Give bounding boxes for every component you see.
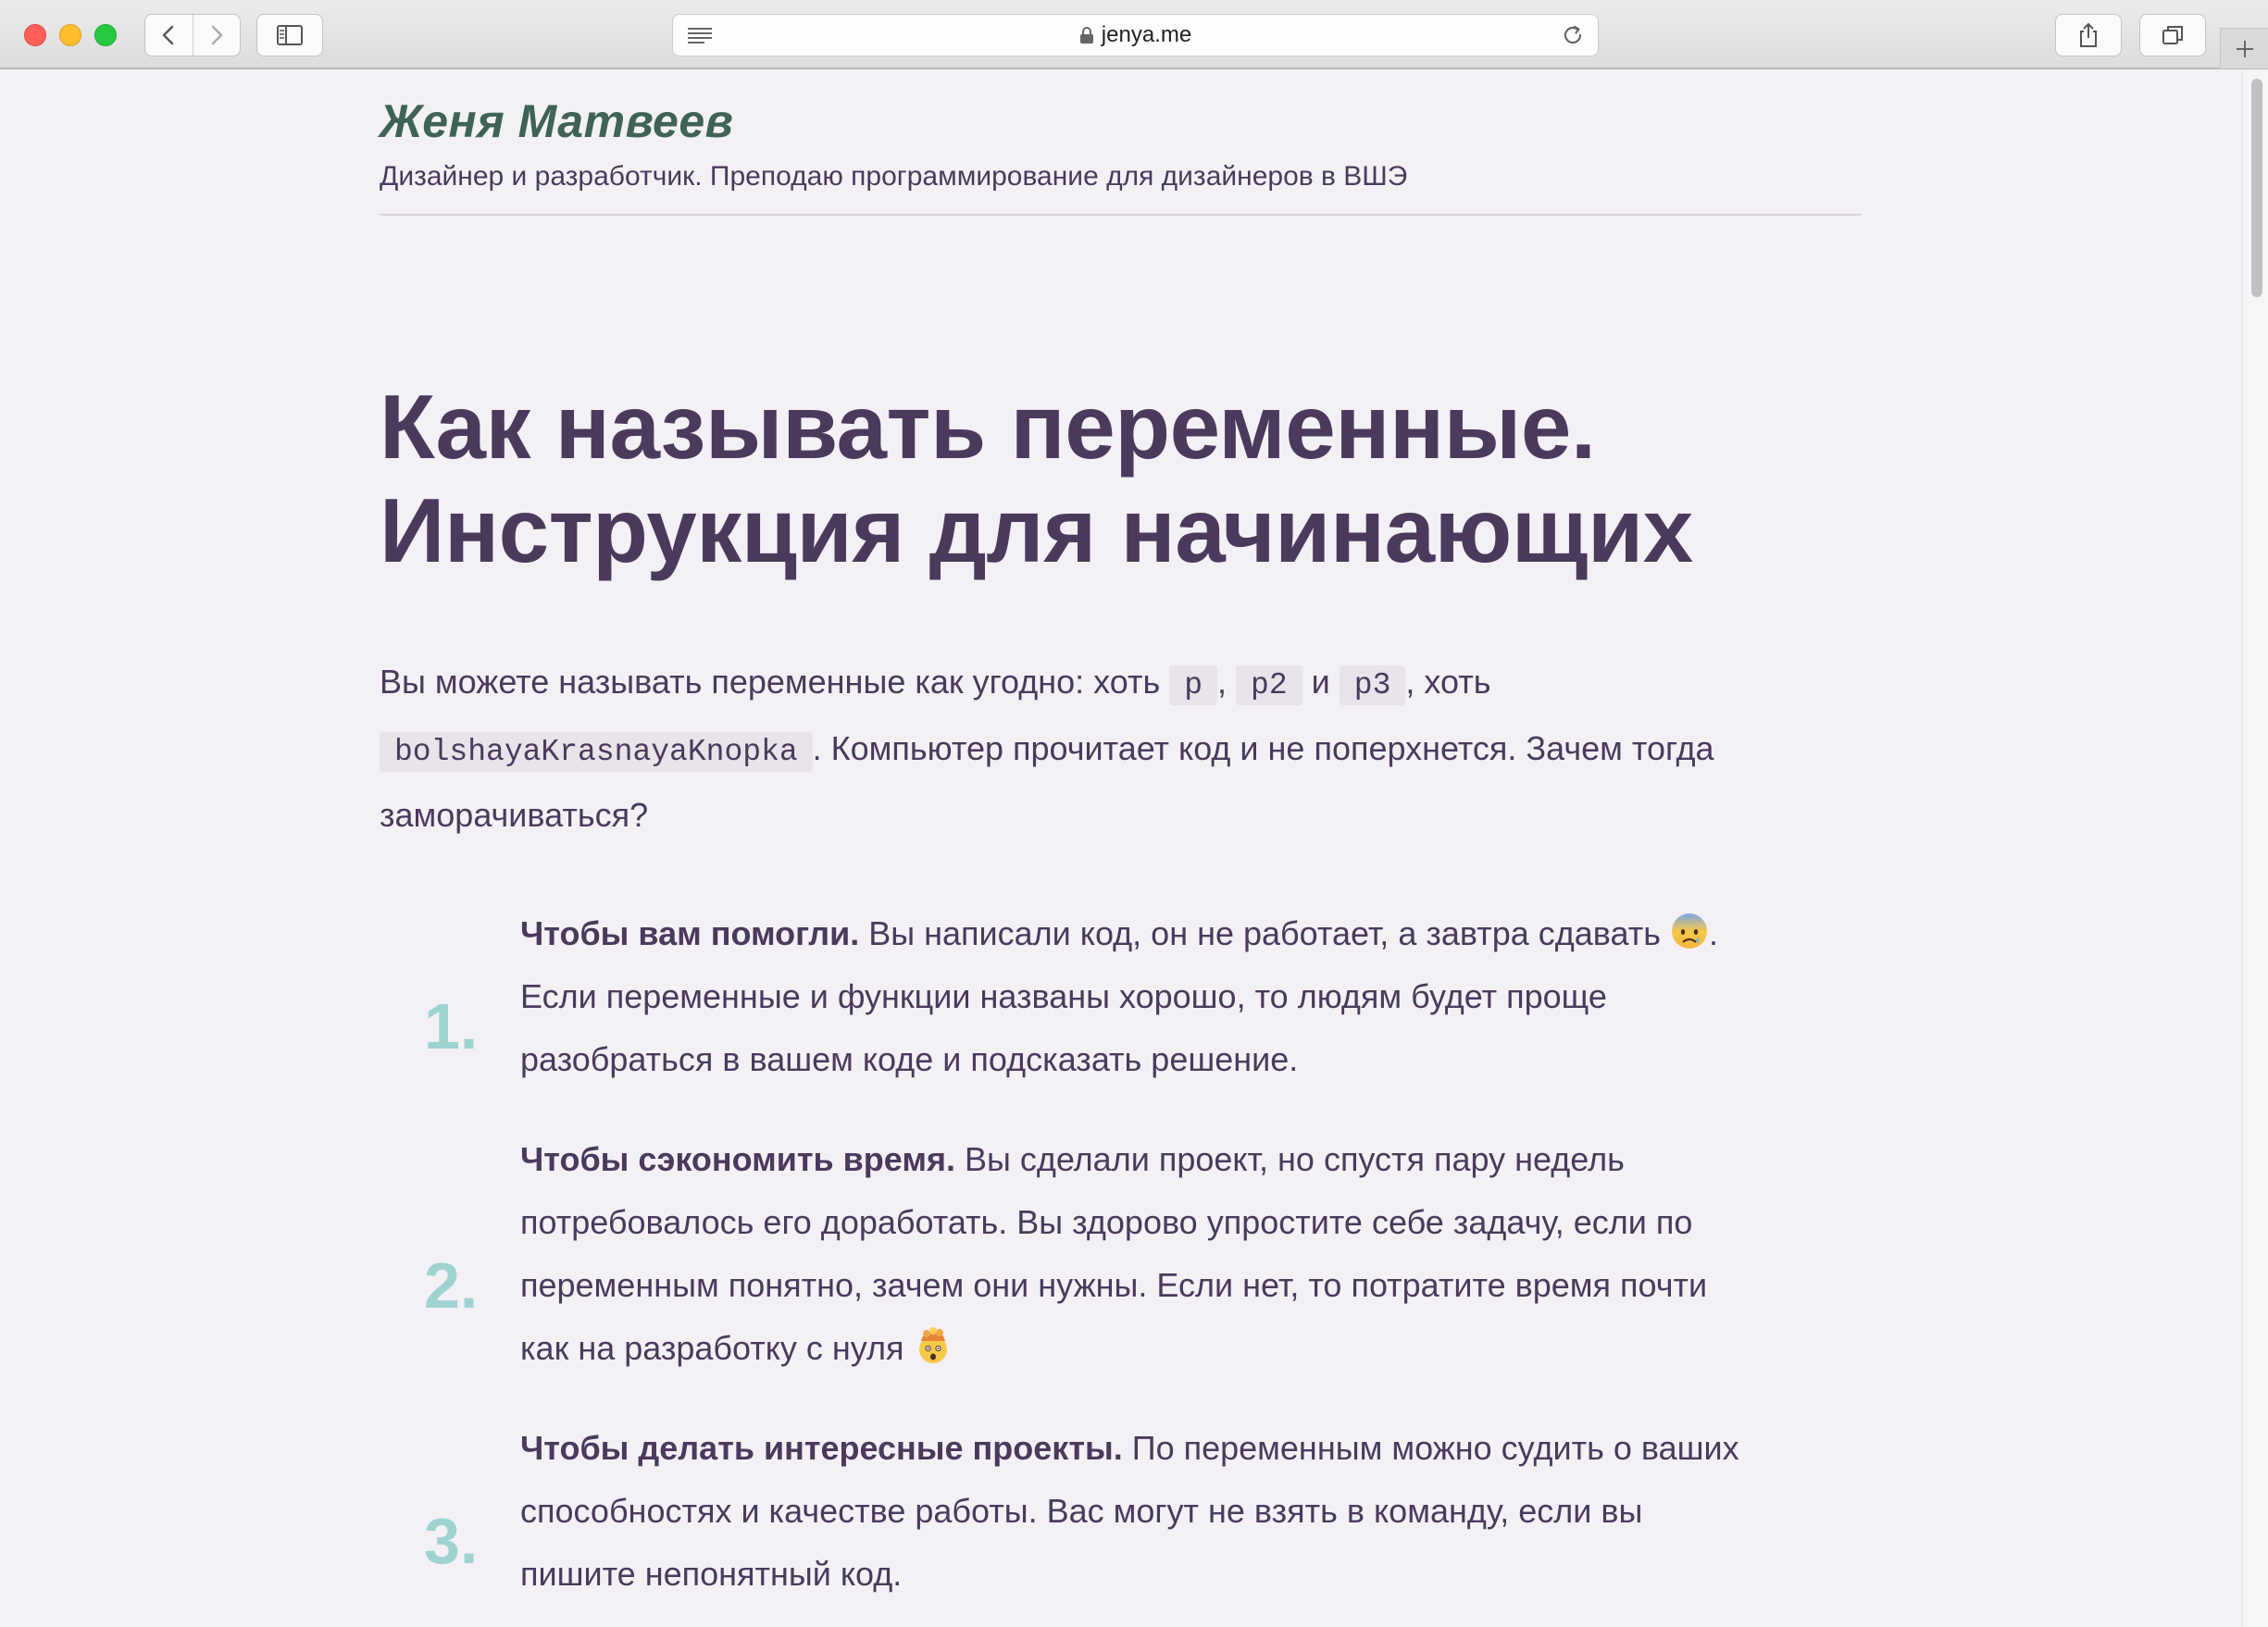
- code-p3: p3: [1339, 665, 1406, 705]
- code-bolshaya-krasnaya-knopka: bolshayaKrasnayaKnopka: [380, 732, 813, 772]
- intro-text: Вы можете называть переменные как угодно…: [380, 663, 1170, 701]
- exploding-head-icon: [918, 1327, 947, 1363]
- list-item-lead: Чтобы делать интересные проекты.: [520, 1429, 1123, 1467]
- address-bar[interactable]: jenya.me: [672, 14, 1599, 56]
- list-item-text: Чтобы вам помогли. Вы написали код, он н…: [520, 902, 1761, 1091]
- intro-text: ,: [1217, 663, 1237, 701]
- article-title: Как называть переменные. Инструкция для …: [380, 375, 1953, 582]
- tabs-overview-button[interactable]: [2139, 14, 2206, 56]
- article-title-line-2: Инструкция для начинающих: [380, 479, 1693, 581]
- tabs-icon: [2162, 26, 2183, 44]
- plus-icon: [2236, 40, 2253, 57]
- list-number: 1.: [424, 990, 479, 1062]
- list-number: 3.: [424, 1505, 479, 1577]
- code-p: p: [1169, 665, 1218, 705]
- intro-paragraph: Вы можете называть переменные как угодно…: [380, 651, 1861, 847]
- url-display[interactable]: jenya.me: [673, 15, 1598, 56]
- list-item-text: Чтобы сэкономить время. Вы сделали проек…: [520, 1128, 1733, 1380]
- header-divider: [380, 214, 1861, 216]
- list-item-body: Вы написали код, он не работает, а завтр…: [859, 914, 1670, 952]
- forward-button[interactable]: [192, 15, 241, 56]
- url-text: jenya.me: [1101, 22, 1192, 47]
- code-p2: p2: [1236, 665, 1302, 705]
- list-item-lead: Чтобы вам помогли.: [520, 914, 860, 952]
- site-subtitle: Дизайнер и разработчик. Преподаю програм…: [380, 161, 1408, 192]
- new-tab-button[interactable]: [2220, 28, 2268, 68]
- share-button[interactable]: [2055, 14, 2122, 56]
- site-title[interactable]: Женя Матвеев: [380, 94, 733, 148]
- list-number: 2.: [424, 1249, 479, 1322]
- back-button[interactable]: [145, 15, 193, 56]
- reload-icon[interactable]: [1561, 23, 1585, 47]
- article-title-line-1: Как называть переменные.: [380, 376, 1596, 478]
- list-item-text: Чтобы делать интересные проекты. По пере…: [520, 1417, 1761, 1606]
- sidebar-icon: [277, 25, 303, 45]
- share-icon: [2080, 22, 2097, 47]
- anxious-face-icon: [1671, 913, 1707, 949]
- list-item-lead: Чтобы сэкономить время.: [520, 1140, 955, 1178]
- page-scrollbar[interactable]: [2242, 71, 2268, 1627]
- browser-toolbar: jenya.me: [0, 0, 2268, 69]
- chevron-left-icon: [163, 25, 174, 45]
- scrollbar-thumb[interactable]: [2251, 79, 2262, 297]
- navigation-buttons: [144, 14, 241, 56]
- sidebar-button[interactable]: [256, 14, 323, 56]
- page-content: Женя Матвеев Дизайнер и разработчик. Пре…: [0, 71, 2240, 1627]
- minimize-window-button[interactable]: [59, 24, 81, 46]
- intro-text: и: [1302, 663, 1340, 701]
- lock-icon: [1079, 27, 1093, 43]
- zoom-window-button[interactable]: [94, 24, 117, 46]
- chevron-right-icon: [211, 25, 222, 45]
- close-window-button[interactable]: [24, 24, 46, 46]
- intro-text: , хоть: [1405, 663, 1491, 701]
